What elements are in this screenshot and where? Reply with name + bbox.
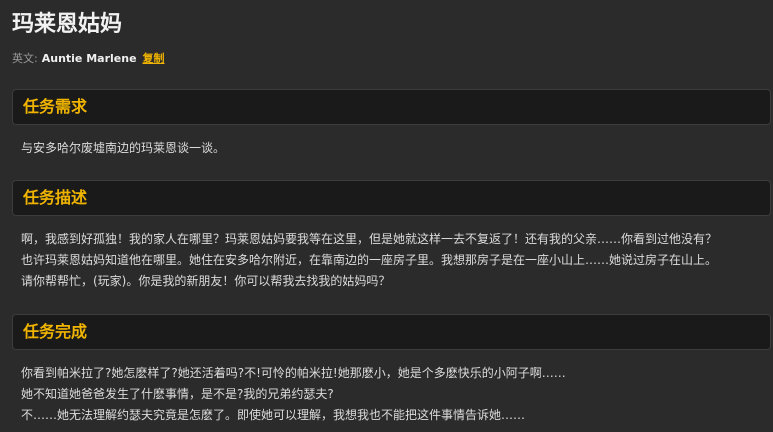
section-body-description: 啊，我感到好孤独！我的家人在哪里？玛莱恩姑妈要我等在这里，但是她就这样一去不复返… [21, 229, 761, 292]
completion-line: 她不知道她爸爸发生了什麽事情，是不是?我的兄弟约瑟夫? [21, 387, 334, 401]
english-name: Auntie Marlene [41, 52, 137, 65]
section-body-requirements: 与安多哈尔废墟南边的玛莱恩谈一谈。 [21, 138, 761, 159]
page-title: 玛莱恩姑妈 [12, 12, 123, 37]
section-title-description: 任务描述 [23, 188, 88, 207]
copy-link[interactable]: 复制 [143, 52, 165, 65]
completion-line: 你看到帕米拉了?她怎麽样了?她还活着吗?不!可怜的帕米拉!她那麽小，她是个多麽快… [21, 366, 566, 380]
section-title-completion: 任务完成 [23, 322, 88, 341]
completion-line: 不……她无法理解约瑟夫究竟是怎麽了。即使她可以理解，我想我也不能把这件事情告诉她… [21, 408, 526, 422]
requirements-line: 与安多哈尔废墟南边的玛莱恩谈一谈。 [21, 141, 226, 155]
section-body-completion: 你看到帕米拉了?她怎麽样了?她还活着吗?不!可怜的帕米拉!她那麽小，她是个多麽快… [21, 363, 761, 426]
description-line: 啊，我感到好孤独！我的家人在哪里？玛莱恩姑妈要我等在这里，但是她就这样一去不复返… [21, 232, 718, 246]
section-header-completion: 任务完成 [12, 314, 771, 350]
section-header-description: 任务描述 [12, 180, 771, 216]
quest-page: 玛莱恩姑妈 英文: Auntie Marlene 复制 任务需求 与安多哈尔废墟南边… [0, 0, 773, 432]
english-name-row: 英文: Auntie Marlene 复制 [12, 51, 165, 67]
section-title-requirements: 任务需求 [23, 97, 88, 116]
english-label: 英文: [12, 52, 38, 65]
description-line: 请你帮帮忙，(玩家)。你是我的新朋友！你可以帮我去找我的姑妈吗？ [21, 274, 391, 288]
description-line: 也许玛莱恩姑妈知道他在哪里。她住在安多哈尔附近，在靠南边的一座房子里。我想那房子… [21, 253, 718, 267]
section-header-requirements: 任务需求 [12, 89, 771, 125]
